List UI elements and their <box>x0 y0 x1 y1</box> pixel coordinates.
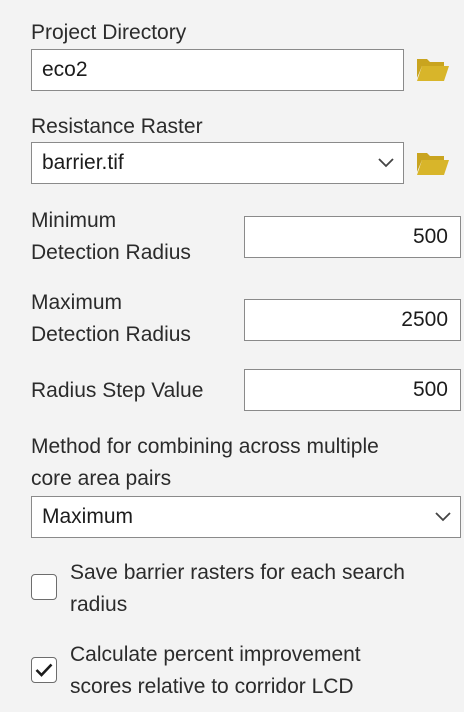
radius-step-input[interactable]: 500 <box>244 369 461 411</box>
project-directory-input[interactable]: eco2 <box>31 49 404 91</box>
project-directory-value: eco2 <box>42 58 88 81</box>
max-radius-input[interactable]: 2500 <box>244 299 461 341</box>
radius-step-value: 500 <box>412 378 448 401</box>
save-barrier-checkbox[interactable] <box>31 574 57 600</box>
folder-open-icon <box>417 153 449 175</box>
chevron-down-icon <box>369 143 403 183</box>
calc-percent-label-line1: Calculate percent improvement <box>70 643 361 666</box>
chevron-down-icon <box>426 497 460 537</box>
max-radius-value: 2500 <box>401 308 448 331</box>
calc-percent-label-line2: scores relative to corridor LCD <box>70 675 354 698</box>
resistance-raster-dropdown[interactable]: barrier.tif <box>31 142 404 184</box>
radius-step-label: Radius Step Value <box>31 379 204 402</box>
folder-open-icon <box>417 59 449 81</box>
checkmark-icon <box>35 663 53 677</box>
combine-method-value: Maximum <box>42 505 134 528</box>
save-barrier-label-line2: radius <box>70 593 128 616</box>
max-radius-label-line1: Maximum <box>31 291 123 314</box>
calc-percent-checkbox[interactable] <box>31 657 57 683</box>
combine-method-label-line2: core area pairs <box>31 467 172 490</box>
min-radius-value: 500 <box>412 225 448 248</box>
project-directory-browse-button[interactable] <box>415 54 451 84</box>
combine-method-dropdown[interactable]: Maximum <box>31 496 461 538</box>
max-radius-label-line2: Detection Radius <box>31 323 191 346</box>
min-radius-label-line2: Detection Radius <box>31 241 191 264</box>
resistance-raster-browse-button[interactable] <box>415 148 451 178</box>
min-radius-label-line1: Minimum <box>31 209 117 232</box>
min-radius-input[interactable]: 500 <box>244 216 461 258</box>
save-barrier-label-line1: Save barrier rasters for each search <box>70 561 405 584</box>
combine-method-label-line1: Method for combining across multiple <box>31 435 379 458</box>
resistance-raster-value: barrier.tif <box>42 151 124 174</box>
resistance-raster-label: Resistance Raster <box>31 115 203 138</box>
project-directory-label: Project Directory <box>31 21 187 44</box>
